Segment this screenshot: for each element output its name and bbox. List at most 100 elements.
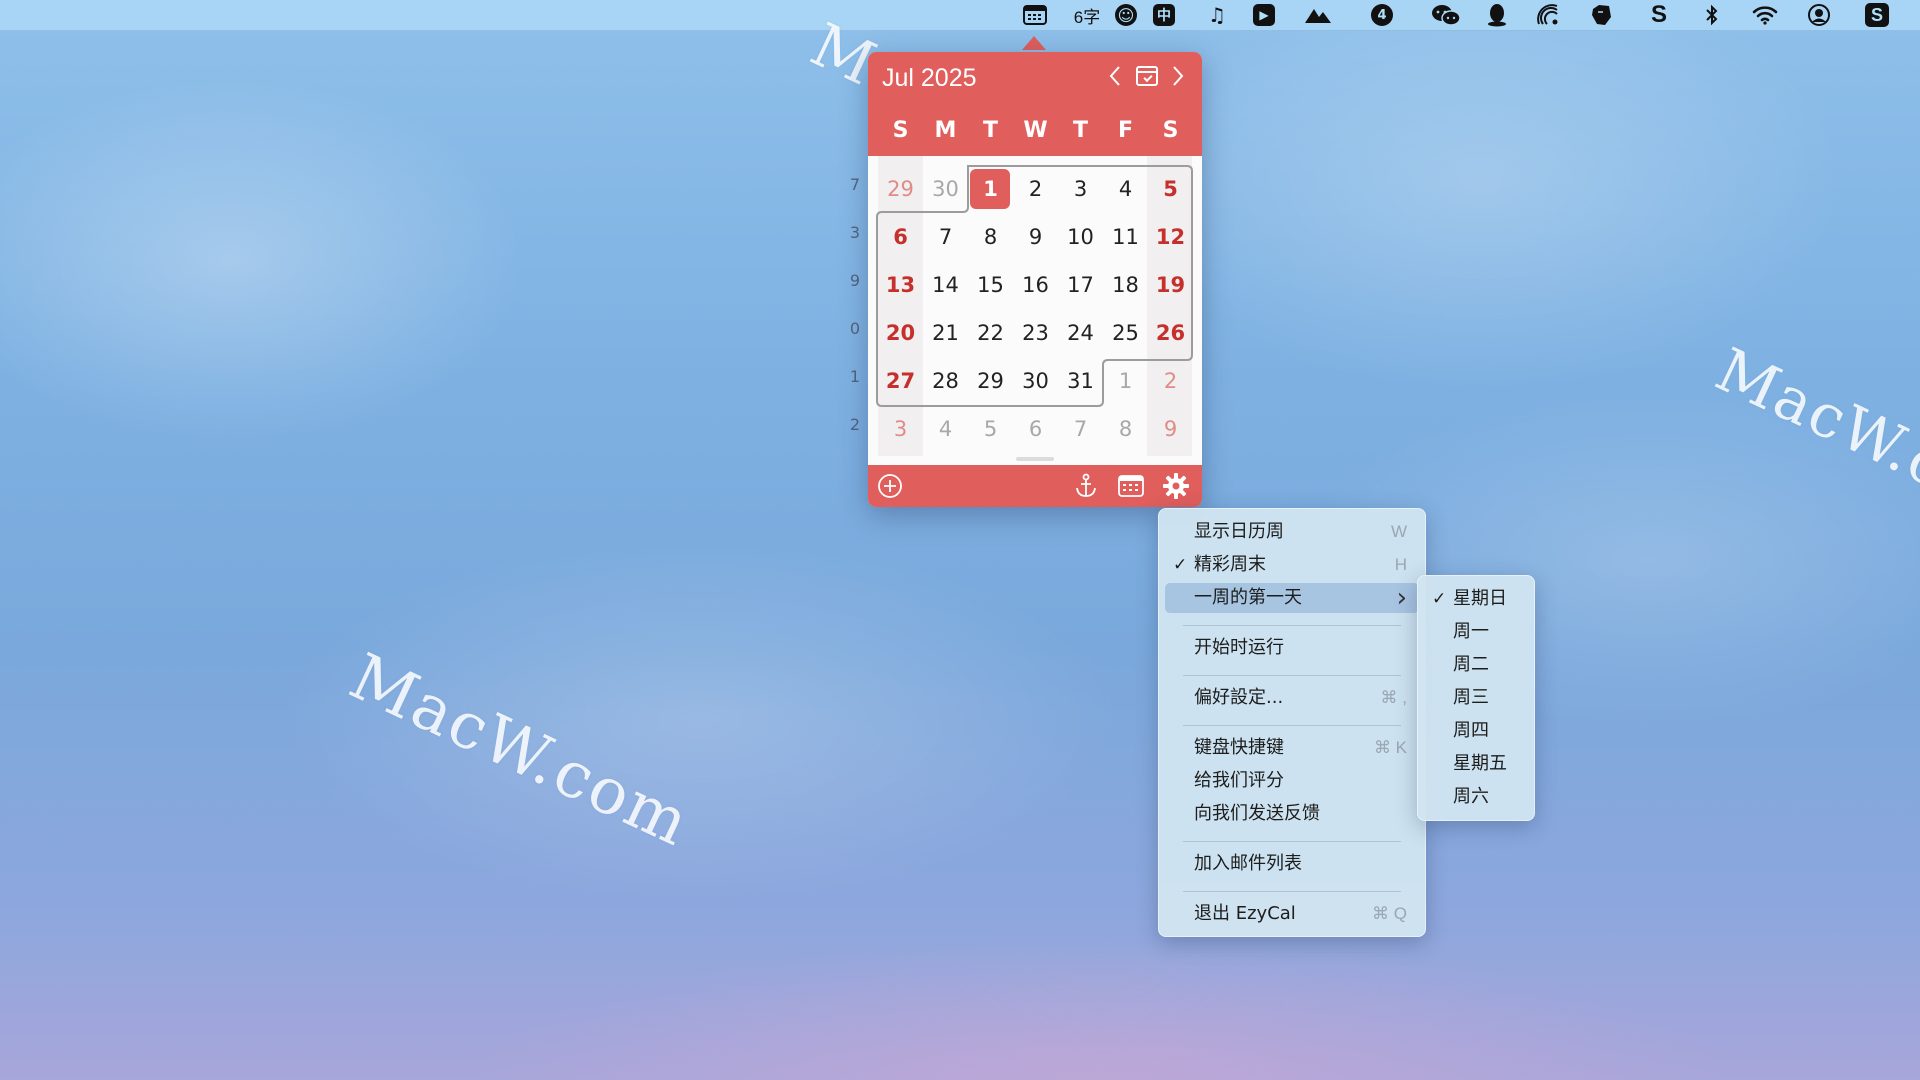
calendar-day[interactable]: 25 (1103, 313, 1148, 353)
calendar-day[interactable]: 6 (1013, 409, 1058, 449)
menu-item[interactable]: 键盘快捷键 ⌘ K (1165, 733, 1419, 763)
submenu-item[interactable]: 星期五 (1424, 749, 1528, 779)
checkmark-icon: ✓ (1173, 555, 1188, 575)
bluetooth-icon[interactable] (1700, 0, 1724, 30)
weekday-label: S (892, 118, 909, 143)
calendar-day[interactable]: 29 (878, 169, 923, 209)
submenu-item[interactable]: 周四 (1424, 716, 1528, 746)
calendar-day[interactable]: 12 (1148, 217, 1193, 257)
calendar-day[interactable]: 8 (1103, 409, 1148, 449)
calendar-day[interactable]: 20 (878, 313, 923, 353)
smiley-icon[interactable]: ☺ (1112, 0, 1140, 30)
menu-item[interactable]: 偏好設定... ⌘ , (1165, 683, 1419, 713)
calendar-day[interactable]: 7 (1058, 409, 1103, 449)
anchor-icon[interactable] (1072, 472, 1100, 500)
calendar-day[interactable]: 1 (1103, 361, 1148, 401)
watermark: MacW.com (338, 640, 702, 862)
menu-item[interactable]: 开始时运行 (1165, 633, 1419, 663)
qq-icon[interactable] (1483, 0, 1511, 30)
menu-item[interactable]: 给我们评分 (1165, 766, 1419, 796)
calendar-day[interactable]: 7 (923, 217, 968, 257)
calendar-day[interactable]: 23 (1013, 313, 1058, 353)
calendar-day[interactable]: 9 (1013, 217, 1058, 257)
menu-item[interactable]: 退出 EzyCal ⌘ Q (1165, 899, 1419, 929)
weekday-label: W (1023, 118, 1048, 143)
s-box-icon[interactable]: S (1862, 0, 1892, 30)
calendar-day[interactable]: 28 (923, 361, 968, 401)
next-month-button[interactable] (1171, 64, 1185, 94)
menu-bar: 6字 ☺ 中 ♫ ▶ 4 S S (0, 0, 1920, 31)
weekday-label: T (982, 118, 998, 143)
menu-item[interactable]: 显示日历周 W (1165, 517, 1419, 547)
airdrop-icon[interactable] (1533, 0, 1563, 30)
calendar-day[interactable]: 14 (923, 265, 968, 305)
video-player-icon[interactable]: ▶ (1250, 0, 1278, 30)
menu-item[interactable]: 加入邮件列表 (1165, 849, 1419, 879)
calendar-day[interactable]: 31 (1058, 361, 1103, 401)
calendar-day[interactable]: 8 (968, 217, 1013, 257)
calendar-day[interactable]: 17 (1058, 265, 1103, 305)
submenu-item-label: 周三 (1453, 687, 1489, 708)
menu-item[interactable]: ✓ 精彩周末 H (1165, 550, 1419, 580)
calendar-day[interactable]: 24 (1058, 313, 1103, 353)
today-icon[interactable] (1136, 66, 1158, 86)
calendar-icon[interactable] (1020, 0, 1050, 30)
prev-month-button[interactable] (1108, 64, 1122, 94)
add-event-icon[interactable] (876, 472, 904, 500)
calendar-day[interactable]: 3 (1058, 169, 1103, 209)
submenu-item[interactable]: 周三 (1424, 683, 1528, 713)
menu-item-shortcut: W (1390, 522, 1407, 541)
submenu-item[interactable]: ✓ 星期日 (1424, 584, 1528, 614)
word-count[interactable]: 6字 (1070, 0, 1104, 30)
calendar-day[interactable]: 13 (878, 265, 923, 305)
calendar-day[interactable]: 11 (1103, 217, 1148, 257)
menu-item-label: 键盘快捷键 (1194, 737, 1284, 758)
popover-arrow (1022, 36, 1046, 50)
calendar-day[interactable]: 2 (1013, 169, 1058, 209)
calendar-day[interactable]: 9 (1148, 409, 1193, 449)
calendar-day[interactable]: 3 (878, 409, 923, 449)
calendar-day[interactable]: 29 (968, 361, 1013, 401)
menu-item-label: 一周的第一天 (1194, 587, 1302, 608)
calendar-day[interactable]: 4 (923, 409, 968, 449)
menu-item-label: 退出 EzyCal (1194, 903, 1296, 924)
calendar-day[interactable]: 5 (968, 409, 1013, 449)
s-app-icon[interactable]: S (1645, 0, 1673, 30)
calendar-day[interactable]: 21 (923, 313, 968, 353)
app-4-icon[interactable]: 4 (1368, 0, 1396, 30)
calendar-day[interactable]: 6 (878, 217, 923, 257)
submenu-item[interactable]: 周一 (1424, 617, 1528, 647)
mountain-icon[interactable] (1303, 0, 1333, 30)
calendar-day[interactable]: 2 (1148, 361, 1193, 401)
menu-item-label: 向我们发送反馈 (1194, 803, 1320, 824)
wechat-icon[interactable] (1430, 0, 1462, 30)
calendar-day[interactable]: 10 (1058, 217, 1103, 257)
gear-icon[interactable] (1162, 472, 1190, 500)
calendar-day[interactable]: 27 (878, 361, 923, 401)
calendar-day[interactable]: 22 (968, 313, 1013, 353)
submenu-item[interactable]: 周六 (1424, 782, 1528, 812)
calendar-day[interactable]: 1 (968, 169, 1013, 209)
music-icon[interactable]: ♫ (1203, 0, 1231, 30)
calendar-day[interactable]: 16 (1013, 265, 1058, 305)
menu-item[interactable]: 向我们发送反馈 (1165, 799, 1419, 829)
calendar-day[interactable]: 4 (1103, 169, 1148, 209)
submenu-item[interactable]: 周二 (1424, 650, 1528, 680)
wifi-icon[interactable] (1750, 0, 1780, 30)
calendar-day[interactable]: 19 (1148, 265, 1193, 305)
calendar-day[interactable]: 30 (923, 169, 968, 209)
evernote-icon[interactable] (1586, 0, 1616, 30)
resize-handle[interactable] (1016, 457, 1054, 461)
calendar-day[interactable]: 18 (1103, 265, 1148, 305)
menu-item[interactable]: 一周的第一天 › (1165, 583, 1419, 613)
menu-separator (1183, 675, 1401, 676)
month-title: Jul 2025 (882, 64, 977, 92)
calendar-view-icon[interactable] (1117, 472, 1145, 500)
calendar-day[interactable]: 26 (1148, 313, 1193, 353)
input-method-icon[interactable]: 中 (1150, 0, 1178, 30)
user-icon[interactable] (1804, 0, 1834, 30)
calendar-day[interactable]: 30 (1013, 361, 1058, 401)
calendar-day[interactable]: 15 (968, 265, 1013, 305)
calendar-day[interactable]: 5 (1148, 169, 1193, 209)
week-number: 2 (849, 415, 861, 434)
